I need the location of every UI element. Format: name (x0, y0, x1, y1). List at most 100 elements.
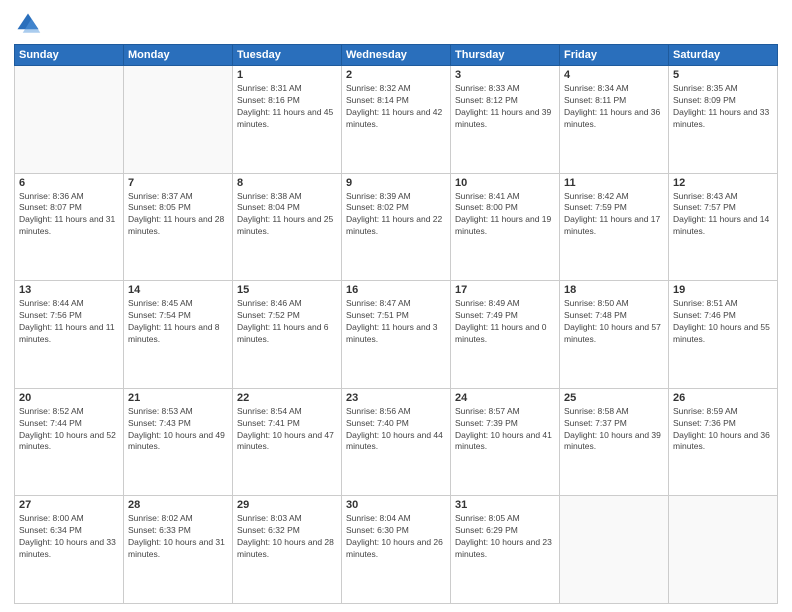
day-number: 8 (237, 177, 337, 189)
calendar-cell: 17 Sunrise: 8:49 AMSunset: 7:49 PMDayligh… (451, 281, 560, 389)
calendar-cell: 1Sunrise: 8:31 AMSunset: 8:16 PMDaylight… (233, 66, 342, 174)
day-info: Sunrise: 8:03 AMSunset: 6:32 PMDaylight:… (237, 513, 337, 561)
day-info: Sunrise: 8:53 AMSunset: 7:43 PMDaylight:… (128, 406, 228, 454)
calendar-table: SundayMondayTuesdayWednesdayThursdayFrid… (14, 44, 778, 604)
day-number: 7 (128, 177, 228, 189)
calendar-cell (669, 496, 778, 604)
day-number: 9 (346, 177, 446, 189)
calendar-week-1: 6 Sunrise: 8:36 AMSunset: 8:07 PMDaylight… (15, 173, 778, 281)
weekday-header-wednesday: Wednesday (342, 45, 451, 66)
day-info: Sunrise: 8:42 AMSunset: 7:59 PMDaylight:… (564, 191, 664, 239)
calendar-cell: 25Sunrise: 8:58 AMSunset: 7:37 PMDayligh… (560, 388, 669, 496)
day-info: Sunrise: 8:02 AMSunset: 6:33 PMDaylight:… (128, 513, 228, 561)
day-number: 11 (564, 177, 664, 189)
calendar-cell: 21Sunrise: 8:53 AMSunset: 7:43 PMDayligh… (124, 388, 233, 496)
logo-icon (14, 10, 42, 38)
day-info: Sunrise: 8:35 AMSunset: 8:09 PMDaylight:… (673, 83, 773, 131)
day-info: Sunrise: 8:34 AMSunset: 8:11 PMDaylight:… (564, 83, 664, 131)
calendar-cell (15, 66, 124, 174)
day-number: 18 (564, 284, 664, 296)
day-number: 27 (19, 499, 119, 511)
calendar-cell: 11 Sunrise: 8:42 AMSunset: 7:59 PMDayligh… (560, 173, 669, 281)
day-info: Sunrise: 8:04 AMSunset: 6:30 PMDaylight:… (346, 513, 446, 561)
calendar-cell: 5 Sunrise: 8:35 AMSunset: 8:09 PMDaylight… (669, 66, 778, 174)
day-info: Sunrise: 8:46 AMSunset: 7:52 PMDaylight:… (237, 298, 337, 346)
calendar-cell: 30 Sunrise: 8:04 AMSunset: 6:30 PMDayligh… (342, 496, 451, 604)
day-info: Sunrise: 8:54 AMSunset: 7:41 PMDaylight:… (237, 406, 337, 454)
day-info: Sunrise: 8:44 AMSunset: 7:56 PMDaylight:… (19, 298, 119, 346)
calendar-cell: 16 Sunrise: 8:47 AMSunset: 7:51 PMDayligh… (342, 281, 451, 389)
day-number: 26 (673, 392, 773, 404)
day-number: 30 (346, 499, 446, 511)
calendar-cell: 29 Sunrise: 8:03 AMSunset: 6:32 PMDayligh… (233, 496, 342, 604)
calendar-cell: 15 Sunrise: 8:46 AMSunset: 7:52 PMDayligh… (233, 281, 342, 389)
day-info: Sunrise: 8:57 AMSunset: 7:39 PMDaylight:… (455, 406, 555, 454)
day-info: Sunrise: 8:52 AMSunset: 7:44 PMDaylight:… (19, 406, 119, 454)
day-number: 5 (673, 69, 773, 81)
day-info: Sunrise: 8:56 AMSunset: 7:40 PMDaylight:… (346, 406, 446, 454)
weekday-header-monday: Monday (124, 45, 233, 66)
weekday-header-friday: Friday (560, 45, 669, 66)
day-number: 28 (128, 499, 228, 511)
calendar-cell: 27Sunrise: 8:00 AMSunset: 6:34 PMDayligh… (15, 496, 124, 604)
calendar-cell: 6 Sunrise: 8:36 AMSunset: 8:07 PMDaylight… (15, 173, 124, 281)
calendar-cell: 7 Sunrise: 8:37 AMSunset: 8:05 PMDaylight… (124, 173, 233, 281)
day-number: 13 (19, 284, 119, 296)
day-number: 16 (346, 284, 446, 296)
day-info: Sunrise: 8:32 AMSunset: 8:14 PMDaylight:… (346, 83, 446, 131)
day-number: 15 (237, 284, 337, 296)
calendar-cell: 28 Sunrise: 8:02 AMSunset: 6:33 PMDayligh… (124, 496, 233, 604)
weekday-header-saturday: Saturday (669, 45, 778, 66)
calendar-cell: 10Sunrise: 8:41 AMSunset: 8:00 PMDayligh… (451, 173, 560, 281)
weekday-header-tuesday: Tuesday (233, 45, 342, 66)
weekday-header-thursday: Thursday (451, 45, 560, 66)
day-number: 23 (346, 392, 446, 404)
day-number: 25 (564, 392, 664, 404)
calendar-cell: 13 Sunrise: 8:44 AMSunset: 7:56 PMDayligh… (15, 281, 124, 389)
day-number: 6 (19, 177, 119, 189)
day-number: 29 (237, 499, 337, 511)
day-info: Sunrise: 8:51 AMSunset: 7:46 PMDaylight:… (673, 298, 773, 346)
calendar-cell: 12 Sunrise: 8:43 AMSunset: 7:57 PMDayligh… (669, 173, 778, 281)
day-number: 24 (455, 392, 555, 404)
weekday-header-sunday: Sunday (15, 45, 124, 66)
calendar-cell: 4 Sunrise: 8:34 AMSunset: 8:11 PMDaylight… (560, 66, 669, 174)
day-info: Sunrise: 8:37 AMSunset: 8:05 PMDaylight:… (128, 191, 228, 239)
day-info: Sunrise: 8:49 AMSunset: 7:49 PMDaylight:… (455, 298, 555, 346)
day-number: 17 (455, 284, 555, 296)
day-number: 3 (455, 69, 555, 81)
calendar-cell (124, 66, 233, 174)
calendar-cell: 20Sunrise: 8:52 AMSunset: 7:44 PMDayligh… (15, 388, 124, 496)
day-info: Sunrise: 8:36 AMSunset: 8:07 PMDaylight:… (19, 191, 119, 239)
calendar-cell: 24 Sunrise: 8:57 AMSunset: 7:39 PMDayligh… (451, 388, 560, 496)
calendar-week-3: 20Sunrise: 8:52 AMSunset: 7:44 PMDayligh… (15, 388, 778, 496)
calendar-cell: 14Sunrise: 8:45 AMSunset: 7:54 PMDayligh… (124, 281, 233, 389)
day-info: Sunrise: 8:50 AMSunset: 7:48 PMDaylight:… (564, 298, 664, 346)
calendar-week-4: 27Sunrise: 8:00 AMSunset: 6:34 PMDayligh… (15, 496, 778, 604)
logo (14, 10, 46, 38)
calendar-cell: 18 Sunrise: 8:50 AMSunset: 7:48 PMDayligh… (560, 281, 669, 389)
day-info: Sunrise: 8:59 AMSunset: 7:36 PMDaylight:… (673, 406, 773, 454)
day-info: Sunrise: 8:38 AMSunset: 8:04 PMDaylight:… (237, 191, 337, 239)
calendar-cell: 22 Sunrise: 8:54 AMSunset: 7:41 PMDayligh… (233, 388, 342, 496)
calendar-cell: 19 Sunrise: 8:51 AMSunset: 7:46 PMDayligh… (669, 281, 778, 389)
day-info: Sunrise: 8:39 AMSunset: 8:02 PMDaylight:… (346, 191, 446, 239)
calendar-cell: 26 Sunrise: 8:59 AMSunset: 7:36 PMDayligh… (669, 388, 778, 496)
day-info: Sunrise: 8:47 AMSunset: 7:51 PMDaylight:… (346, 298, 446, 346)
day-info: Sunrise: 8:45 AMSunset: 7:54 PMDaylight:… (128, 298, 228, 346)
calendar-cell: 23 Sunrise: 8:56 AMSunset: 7:40 PMDayligh… (342, 388, 451, 496)
calendar-cell: 3Sunrise: 8:33 AMSunset: 8:12 PMDaylight… (451, 66, 560, 174)
day-number: 2 (346, 69, 446, 81)
day-number: 1 (237, 69, 337, 81)
day-number: 4 (564, 69, 664, 81)
calendar-cell (560, 496, 669, 604)
day-number: 10 (455, 177, 555, 189)
day-number: 19 (673, 284, 773, 296)
header (14, 10, 778, 38)
day-number: 22 (237, 392, 337, 404)
calendar-cell: 9 Sunrise: 8:39 AMSunset: 8:02 PMDaylight… (342, 173, 451, 281)
day-info: Sunrise: 8:43 AMSunset: 7:57 PMDaylight:… (673, 191, 773, 239)
day-number: 12 (673, 177, 773, 189)
page: SundayMondayTuesdayWednesdayThursdayFrid… (0, 0, 792, 612)
calendar-cell: 2 Sunrise: 8:32 AMSunset: 8:14 PMDaylight… (342, 66, 451, 174)
